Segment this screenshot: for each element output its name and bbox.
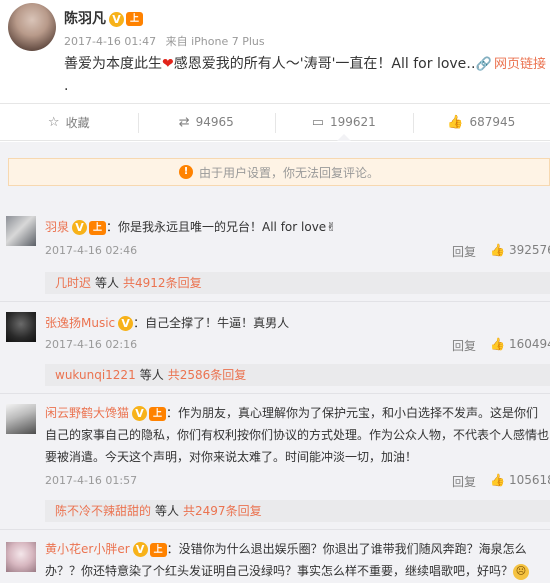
post-trailing-dot: . — [64, 78, 69, 94]
sub-reply-text: 等人 — [155, 504, 180, 518]
divider — [0, 393, 550, 394]
commenter-avatar[interactable] — [6, 312, 36, 342]
sub-reply-user[interactable]: wukunqi1221 — [55, 368, 136, 382]
repost-count: 94965 — [195, 115, 234, 129]
like-button[interactable]: 👍 687945 — [412, 104, 550, 140]
verified-badge-icon: V — [109, 11, 124, 27]
verified-badge-icon: V — [132, 542, 148, 557]
sub-reply-user[interactable]: 陈不冷不辣甜甜的 — [55, 504, 151, 518]
comment-count: 199621 — [329, 115, 376, 129]
comment-body: 羽泉 V 上：你是我永远且唯一的兄台！All for love✌ — [45, 216, 550, 238]
sad-face-emoji-icon: ☹ — [513, 563, 530, 580]
like-icon: 👍 — [490, 243, 505, 257]
like-icon: 👍 — [490, 473, 505, 487]
author-avatar[interactable] — [8, 3, 56, 51]
favorite-label: 收藏 — [65, 115, 90, 130]
comment-text: ：你是我永远且唯一的兄台！All for love — [106, 220, 327, 234]
comment-like-count: 160494 — [508, 337, 550, 351]
sub-replies[interactable]: 几时迟 等人 共4912条回复 — [45, 272, 550, 294]
repost-button[interactable]: ⇄ 94965 — [137, 104, 276, 140]
notice-text: 由于用户设置，你无法回复评论。 — [198, 165, 379, 180]
vip-badge-icon: 上 — [149, 406, 167, 421]
comment-like-count: 392576 — [508, 243, 550, 257]
weibo-post: 陈羽凡 V 上 2017-4-16 01:47 来自 iPhone 7 Plus 善… — [0, 0, 550, 102]
verified-badge-icon: V — [72, 220, 88, 235]
repost-icon: ⇄ — [178, 114, 190, 130]
comment-time: 2017-4-16 02:46 — [45, 244, 138, 257]
comment-like-button[interactable]: 👍160494 — [490, 337, 550, 351]
commenter-name[interactable]: 张逸扬Music — [45, 316, 115, 330]
heart-icon: ❤ — [162, 56, 174, 72]
comment-like-count: 105618 — [508, 473, 550, 487]
like-count: 687945 — [469, 115, 516, 129]
comment-icon: ▭ — [311, 114, 324, 130]
web-link-label: 网页链接 — [493, 57, 546, 72]
sub-replies[interactable]: 陈不冷不辣甜甜的 等人 共2497条回复 — [45, 500, 550, 522]
post-time[interactable]: 2017-4-16 01:47 — [64, 35, 156, 48]
sub-reply-user[interactable]: 几时迟 — [55, 276, 91, 290]
post-text: 善爱为本度此生❤感恩爱我的所有人～'涛哥'一直在！All for love… — [64, 53, 542, 73]
post-text-part1: 善爱为本度此生 — [64, 56, 162, 72]
comment-time: 2017-4-16 02:16 — [45, 338, 138, 351]
post-text-part2: 感恩爱我的所有人～'涛哥'一直在！All for love… — [173, 56, 481, 72]
vip-badge-icon: 上 — [126, 12, 143, 26]
commenter-avatar[interactable] — [6, 404, 36, 434]
sub-reply-text: 等人 — [139, 368, 164, 382]
reply-button[interactable]: 回复 — [452, 243, 476, 260]
sub-replies[interactable]: wukunqi1221 等人 共2586条回复 — [45, 364, 550, 386]
warning-icon: ! — [178, 165, 193, 179]
comment-area: ! 由于用户设置，你无法回复评论。 羽泉 V 上：你是我永远且唯一的兄台！All fo… — [0, 142, 550, 583]
verified-badge-icon: V — [132, 406, 148, 421]
reply-button[interactable]: 回复 — [452, 473, 476, 490]
sub-reply-count-link[interactable]: 共2497条回复 — [183, 504, 262, 518]
sub-reply-count-link[interactable]: 共4912条回复 — [123, 276, 202, 290]
rock-hand-emoji-icon: ✌ — [326, 220, 337, 234]
post-meta: 2017-4-16 01:47 来自 iPhone 7 Plus — [64, 33, 271, 49]
author-name[interactable]: 陈羽凡 — [64, 11, 106, 27]
vip-badge-icon: 上 — [149, 542, 167, 557]
favorite-button[interactable]: ☆ 收藏 — [0, 104, 138, 140]
like-icon: 👍 — [490, 337, 505, 351]
divider — [0, 529, 550, 530]
comment-body: 黄小花er小胖er V 上：没错你为什么退出娱乐圈？你退出了谁带我们随风奔跑？海泉怎… — [45, 538, 550, 583]
comment-like-button[interactable]: 👍105618 — [490, 473, 550, 487]
verified-badge-icon: V — [118, 316, 134, 331]
comment-body: 张逸扬Music V ：自己全撑了！牛逼！真男人 — [45, 312, 550, 334]
vip-badge-icon: 上 — [89, 220, 107, 235]
comment-time: 2017-4-16 01:57 — [45, 474, 138, 487]
comment-body: 闲云野鹤大馋猫 V 上：作为朋友，真心理解你为了保护元宝，和小白选择不发声。这是你们… — [45, 402, 550, 470]
reply-button[interactable]: 回复 — [452, 337, 476, 354]
comment-text: ：自己全撑了！牛逼！真男人 — [133, 316, 290, 330]
commenter-avatar[interactable] — [6, 216, 36, 246]
web-link[interactable]: 🔗 网页链接 — [476, 53, 546, 72]
comment-button[interactable]: ▭ 199621 — [275, 104, 413, 141]
like-icon: 👍 — [447, 114, 464, 130]
star-icon: ☆ — [47, 114, 60, 130]
commenter-avatar[interactable] — [6, 542, 36, 572]
commenter-name[interactable]: 黄小花er小胖er — [45, 542, 130, 556]
commenter-name[interactable]: 闲云野鹤大馋猫 — [45, 406, 129, 420]
link-icon: 🔗 — [475, 57, 492, 72]
comment-like-button[interactable]: 👍392576 — [490, 243, 550, 257]
post-source: 来自 iPhone 7 Plus — [165, 35, 265, 48]
reply-disabled-notice: ! 由于用户设置，你无法回复评论。 — [8, 158, 550, 186]
commenter-name[interactable]: 羽泉 — [45, 220, 69, 234]
action-bar: ☆ 收藏 ⇄ 94965 ▭ 199621 👍 687945 — [0, 103, 550, 141]
author-name-row: 陈羽凡 V 上 — [64, 8, 143, 28]
sub-reply-count-link[interactable]: 共2586条回复 — [168, 368, 247, 382]
divider — [0, 301, 550, 302]
sub-reply-text: 等人 — [95, 276, 120, 290]
